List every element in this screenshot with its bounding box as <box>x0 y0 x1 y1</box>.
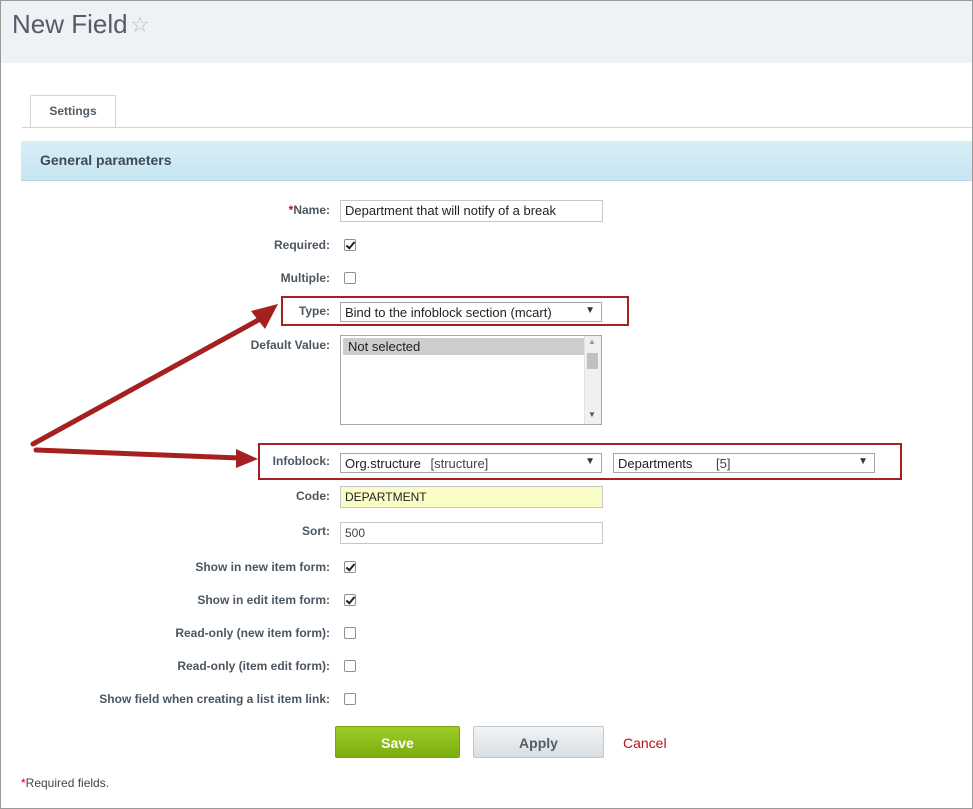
scroll-down-icon[interactable]: ▼ <box>588 410 596 419</box>
scroll-thumb[interactable] <box>587 353 598 369</box>
name-label: *Name: <box>288 203 330 217</box>
show-in-edit-checkbox[interactable] <box>344 594 356 606</box>
required-footnote: *Required fields. <box>21 776 110 790</box>
readonly-new-label: Read-only (new item form): <box>175 626 330 640</box>
default-value-label: Default Value: <box>250 338 330 352</box>
code-label: Code: <box>296 489 330 503</box>
title-bar: New Field ☆ <box>1 1 972 63</box>
show-link-checkbox[interactable] <box>344 693 356 705</box>
code-input[interactable]: DEPARTMENT <box>340 486 603 508</box>
listbox-scrollbar[interactable]: ▲ ▼ <box>584 336 601 424</box>
section-title: General parameters <box>40 152 172 168</box>
required-checkbox[interactable] <box>344 239 356 251</box>
annotation-highlight-infoblock <box>258 443 902 480</box>
readonly-edit-label: Read-only (item edit form): <box>177 659 330 673</box>
section-header: General parameters <box>21 141 972 181</box>
annotation-highlight-type <box>281 296 629 326</box>
show-in-new-checkbox[interactable] <box>344 561 356 573</box>
multiple-checkbox[interactable] <box>344 272 356 284</box>
apply-button[interactable]: Apply <box>473 726 604 758</box>
show-in-edit-label: Show in edit item form: <box>197 593 330 607</box>
tab-settings[interactable]: Settings <box>30 95 116 127</box>
sort-label: Sort: <box>302 524 330 538</box>
cancel-link[interactable]: Cancel <box>623 735 667 751</box>
show-link-label: Show field when creating a list item lin… <box>99 692 330 706</box>
sort-input[interactable]: 500 <box>340 522 603 544</box>
multiple-label: Multiple: <box>280 271 330 285</box>
star-icon[interactable]: ☆ <box>130 12 150 38</box>
page-title: New Field <box>12 9 128 39</box>
listbox-option[interactable]: Not selected <box>343 338 585 355</box>
required-label: Required: <box>273 238 330 252</box>
readonly-edit-checkbox[interactable] <box>344 660 356 672</box>
name-input[interactable]: Department that will notify of a break <box>340 200 603 222</box>
scroll-up-icon[interactable]: ▲ <box>588 337 596 346</box>
show-in-new-label: Show in new item form: <box>195 560 330 574</box>
readonly-new-checkbox[interactable] <box>344 627 356 639</box>
tabs-divider <box>22 127 972 128</box>
default-value-listbox[interactable]: Not selected ▲ ▼ <box>340 335 602 425</box>
save-button[interactable]: Save <box>335 726 460 758</box>
